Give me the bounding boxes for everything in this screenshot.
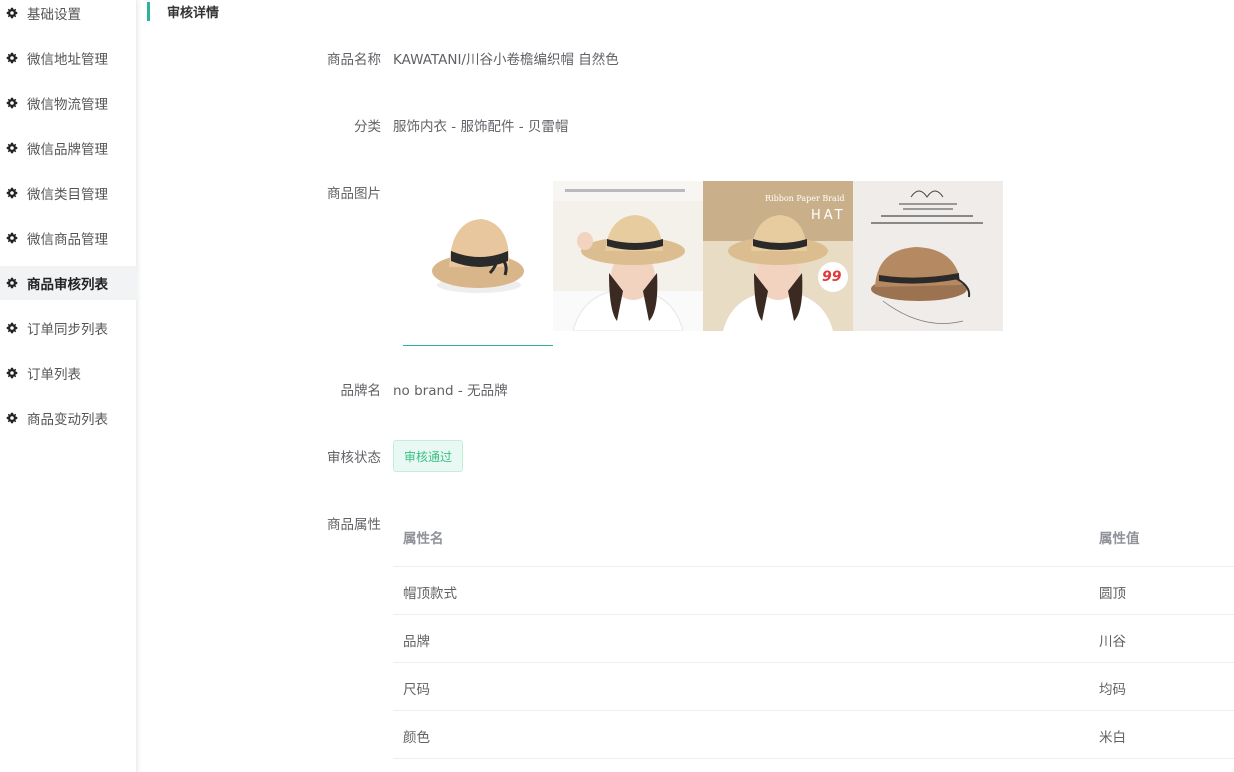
column-header-name: 属性名 bbox=[403, 531, 444, 547]
sidebar-item-order-sync[interactable]: 订单同步列表 bbox=[0, 311, 137, 345]
attribute-value: 米白 bbox=[1099, 730, 1126, 746]
section-accent-bar bbox=[147, 2, 150, 21]
sidebar-item-wechat-brand[interactable]: 微信品牌管理 bbox=[0, 131, 137, 165]
attribute-name: 尺码 bbox=[403, 682, 430, 698]
gear-icon bbox=[6, 277, 18, 289]
app-window: 基础设置 微信地址管理 微信物流管理 微信品牌管理 微信类目管理 微信商品管理 … bbox=[0, 0, 1234, 772]
gear-icon bbox=[6, 142, 18, 154]
sidebar-item-label: 订单同步列表 bbox=[27, 322, 108, 338]
brand-value: no brand - 无品牌 bbox=[393, 383, 508, 399]
sidebar-item-wechat-address[interactable]: 微信地址管理 bbox=[0, 41, 137, 75]
image-hat-text: HAT bbox=[811, 208, 846, 223]
product-name-label: 商品名称 bbox=[327, 52, 381, 68]
attribute-value: 圆顶 bbox=[1099, 586, 1126, 602]
column-header-value: 属性值 bbox=[1099, 531, 1140, 547]
attribute-name: 品牌 bbox=[403, 634, 430, 650]
image-price-text: 99 bbox=[822, 269, 842, 285]
gear-icon bbox=[6, 7, 18, 19]
active-image-indicator bbox=[403, 345, 553, 346]
sidebar-item-label: 商品审核列表 bbox=[27, 277, 108, 293]
brand-label: 品牌名 bbox=[340, 383, 382, 399]
page-title: 审核详情 bbox=[167, 6, 220, 21]
table-row: 颜色 米白 bbox=[393, 711, 1234, 759]
sidebar-item-label: 微信物流管理 bbox=[27, 97, 108, 113]
table-row: 尺码 均码 bbox=[393, 663, 1234, 711]
gear-icon bbox=[6, 412, 18, 424]
attributes-table: 属性名 属性值 帽顶款式 圆顶 品牌 川谷 尺码 均码 颜色 米白 bbox=[393, 510, 1234, 759]
category-value: 服饰内衣 - 服饰配件 - 贝雷帽 bbox=[393, 119, 569, 135]
category-label: 分类 bbox=[354, 119, 381, 135]
table-header-row: 属性名 属性值 bbox=[393, 510, 1234, 567]
sidebar: 基础设置 微信地址管理 微信物流管理 微信品牌管理 微信类目管理 微信商品管理 … bbox=[0, 0, 137, 772]
attribute-name: 帽顶款式 bbox=[403, 586, 457, 602]
sidebar-item-label: 商品变动列表 bbox=[27, 412, 108, 428]
sidebar-item-label: 基础设置 bbox=[27, 7, 81, 23]
gear-icon bbox=[6, 52, 18, 64]
sidebar-item-basic-settings[interactable]: 基础设置 bbox=[0, 0, 137, 30]
sidebar-item-label: 微信地址管理 bbox=[27, 52, 108, 68]
sidebar-item-wechat-category[interactable]: 微信类目管理 bbox=[0, 176, 137, 210]
attribute-value: 均码 bbox=[1099, 682, 1126, 698]
status-badge: 审核通过 bbox=[393, 440, 463, 472]
product-images-label: 商品图片 bbox=[327, 186, 381, 202]
attributes-label: 商品属性 bbox=[327, 517, 381, 533]
table-row: 品牌 川谷 bbox=[393, 615, 1234, 663]
product-name-value: KAWATANI/川谷小卷檐编织帽 自然色 bbox=[393, 52, 619, 68]
product-image-3[interactable]: Ribbon Paper Braid HAT 99 bbox=[703, 181, 853, 331]
table-row: 帽顶款式 圆顶 bbox=[393, 567, 1234, 615]
product-image-4[interactable] bbox=[853, 181, 1003, 331]
sidebar-item-label: 微信品牌管理 bbox=[27, 142, 108, 158]
review-status-label: 审核状态 bbox=[327, 450, 381, 466]
gear-icon bbox=[6, 97, 18, 109]
main-content: 审核详情 商品名称 KAWATANI/川谷小卷檐编织帽 自然色 分类 服饰内衣 … bbox=[138, 0, 1234, 772]
sidebar-item-label: 订单列表 bbox=[27, 367, 81, 383]
sidebar-item-order-list[interactable]: 订单列表 bbox=[0, 356, 137, 390]
sidebar-item-product-review[interactable]: 商品审核列表 bbox=[0, 266, 137, 300]
sidebar-item-label: 微信商品管理 bbox=[27, 232, 108, 248]
sidebar-item-wechat-logistics[interactable]: 微信物流管理 bbox=[0, 86, 137, 120]
attribute-name: 颜色 bbox=[403, 730, 430, 746]
sidebar-item-label: 微信类目管理 bbox=[27, 187, 108, 203]
product-image-2[interactable] bbox=[553, 181, 703, 331]
attribute-value: 川谷 bbox=[1099, 634, 1126, 650]
section-header: 审核详情 bbox=[147, 2, 219, 21]
product-image-1[interactable] bbox=[403, 181, 553, 331]
sidebar-item-product-change[interactable]: 商品变动列表 bbox=[0, 401, 137, 435]
gear-icon bbox=[6, 187, 18, 199]
sidebar-item-wechat-product[interactable]: 微信商品管理 bbox=[0, 221, 137, 255]
gear-icon bbox=[6, 232, 18, 244]
gear-icon bbox=[6, 367, 18, 379]
image-caption-text: Ribbon Paper Braid bbox=[765, 194, 845, 203]
gear-icon bbox=[6, 322, 18, 334]
